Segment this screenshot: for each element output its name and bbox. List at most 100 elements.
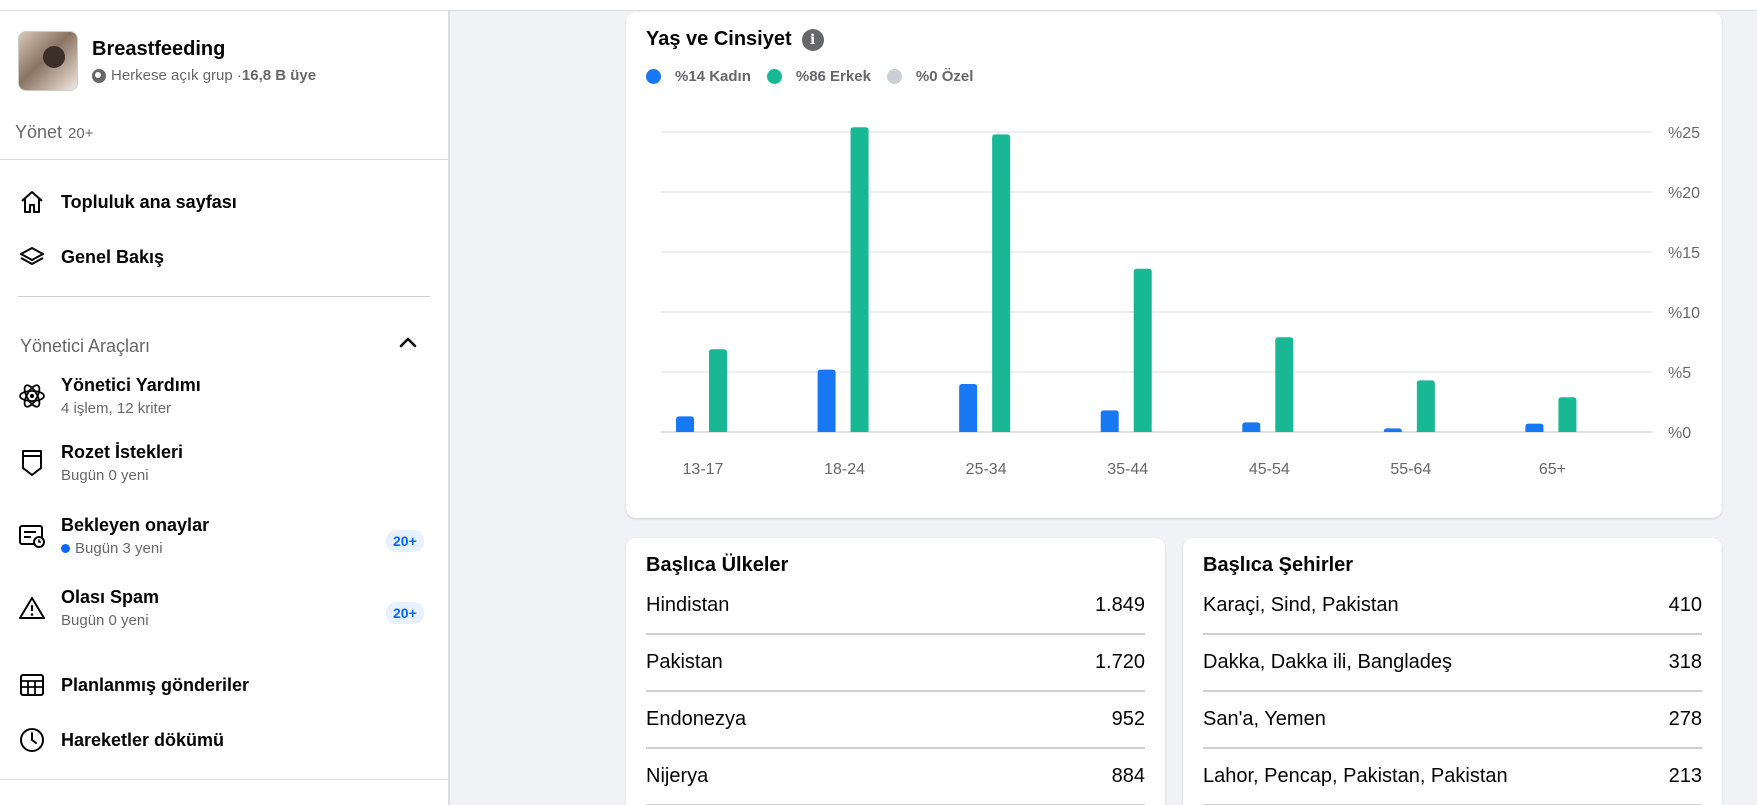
row-value: 213 (1668, 765, 1702, 787)
y-tick-label: %5 (1668, 365, 1691, 382)
warning-icon (18, 594, 46, 622)
table-row: Karaçi, Sind, Pakistan 410 (1203, 578, 1702, 635)
nav-sub: Bugün 0 yeni (61, 467, 149, 484)
bar-male-13-17[interactable] (709, 349, 727, 432)
home-icon (18, 188, 46, 216)
row-value: 410 (1668, 594, 1702, 616)
x-tick-label: 35-44 (1107, 461, 1148, 478)
y-tick-label: %20 (1668, 185, 1700, 202)
sidebar: Breastfeeding Herkese açık grup · 16,8 B… (0, 11, 450, 805)
nav-item-admin-assist[interactable]: Yönetici Yardımı 4 işlem, 12 kriter (18, 375, 201, 417)
divider (0, 159, 448, 160)
table-row: Lahor, Pencap, Pakistan, Pakistan 213 (1203, 749, 1702, 805)
bar-male-35-44[interactable] (1133, 268, 1152, 432)
row-value: 278 (1668, 708, 1702, 730)
y-tick-label: %0 (1668, 425, 1691, 442)
nav-sub-text: Bugün 3 yeni (75, 540, 163, 557)
layers-icon (18, 243, 46, 271)
x-tick-label: 65+ (1539, 461, 1566, 478)
table-row: Dakka, Dakka ili, Bangladeş 318 (1203, 635, 1702, 692)
pending-approval-icon (18, 522, 46, 550)
bar-female-65+[interactable] (1525, 423, 1544, 432)
atom-icon (18, 382, 46, 410)
y-tick-label: %25 (1668, 125, 1700, 142)
bar-female-25-34[interactable] (959, 384, 978, 432)
age-gender-chart: %0 %5 %10 %15 %20 %25 13-17 18-24 25-34 35-44 45-5… (661, 125, 1700, 478)
table-row: Pakistan 1.720 (646, 635, 1145, 692)
bar-female-55-64[interactable] (1383, 428, 1402, 432)
bar-female-13-17[interactable] (676, 416, 694, 432)
manage-label: Yönet (15, 122, 63, 142)
row-value: 318 (1668, 651, 1702, 673)
chevron-up-icon[interactable] (398, 333, 418, 353)
nav-item-pending-approvals[interactable]: Bekleyen onaylar Bugün 3 yeni (18, 515, 209, 557)
x-tick-label: 45-54 (1249, 461, 1290, 478)
nav-sub: 4 işlem, 12 kriter (61, 400, 172, 417)
group-meta: Breastfeeding Herkese açık grup · 16,8 B… (92, 38, 316, 84)
top-bar (0, 0, 1757, 11)
nav-label: Genel Bakış (61, 246, 165, 267)
globe-icon (92, 68, 106, 83)
row-name: Endonezya (646, 708, 747, 730)
bar-male-18-24[interactable] (850, 127, 869, 432)
calendar-grid-icon (18, 671, 46, 699)
manage-header: Yönet 20+ (15, 122, 94, 143)
group-privacy: Herkese açık grup · (111, 67, 242, 84)
nav-item-badge-requests[interactable]: Rozet İstekleri Bugün 0 yeni (18, 442, 183, 484)
bar-female-45-54[interactable] (1242, 422, 1261, 432)
nav-sub: Bugün 0 yeni (61, 612, 149, 629)
row-value: 884 (1111, 765, 1145, 787)
nav-label: Topluluk ana sayfası (61, 191, 237, 212)
nav-item-community-home[interactable]: Topluluk ana sayfası (18, 188, 237, 216)
bar-male-65+[interactable] (1558, 397, 1577, 432)
table-row: Hindistan 1.849 (646, 578, 1145, 635)
row-value: 1.849 (1094, 594, 1145, 616)
row-name: Karaçi, Sind, Pakistan (1203, 594, 1399, 616)
x-tick-label: 55-64 (1390, 461, 1431, 478)
group-name[interactable]: Breastfeeding (92, 38, 316, 61)
x-tick-label: 18-24 (824, 461, 865, 478)
clock-icon (18, 726, 46, 754)
nav-label: Yönetici Yardımı (61, 375, 201, 395)
divider (0, 779, 448, 780)
pending-count-badge: 20+ (386, 530, 424, 552)
row-value: 952 (1111, 708, 1145, 730)
age-gender-card: Yaş ve Cinsiyet i %14 Kadın %86 Erkek %0… (626, 12, 1722, 518)
divider (18, 296, 430, 297)
group-members[interactable]: 16,8 B üye (242, 67, 316, 84)
nav-item-scheduled-posts[interactable]: Planlanmış gönderiler (18, 671, 249, 699)
bar-male-25-34[interactable] (992, 134, 1011, 432)
unread-dot (61, 544, 70, 553)
nav-label: Planlanmış gönderiler (61, 674, 250, 695)
x-tick-label: 25-34 (966, 461, 1007, 478)
row-name: Nijerya (646, 765, 709, 787)
nav-item-overview[interactable]: Genel Bakış (18, 243, 164, 271)
group-avatar[interactable] (18, 31, 78, 91)
nav-label: Bekleyen onaylar (61, 515, 210, 535)
countries-title: Başlıca Ülkeler (646, 554, 789, 576)
y-tick-label: %10 (1668, 305, 1700, 322)
group-subtitle: Herkese açık grup · 16,8 B üye (92, 67, 316, 84)
cities-title: Başlıca Şehirler (1203, 554, 1354, 576)
table-row: San'a, Yemen 278 (1203, 692, 1702, 749)
nav-label: Olası Spam (61, 587, 160, 607)
manage-count: 20+ (68, 125, 94, 142)
row-name: Hindistan (646, 594, 730, 616)
bar-female-18-24[interactable] (817, 369, 836, 432)
top-countries-card: Başlıca Ülkeler Hindistan 1.849 Pakistan 1… (626, 538, 1165, 805)
nav-sub: Bugün 3 yeni (61, 540, 209, 557)
row-value: 1.720 (1094, 651, 1145, 673)
nav-label: Rozet İstekleri (61, 442, 184, 462)
y-tick-label: %15 (1668, 245, 1700, 262)
table-row: Endonezya 952 (646, 692, 1145, 749)
spam-count-badge: 20+ (386, 602, 424, 624)
bar-female-35-44[interactable] (1100, 410, 1119, 432)
badge-shield-icon (18, 449, 46, 477)
group-header[interactable]: Breastfeeding Herkese açık grup · 16,8 B… (18, 31, 316, 91)
nav-label: Hareketler dökümü (61, 729, 225, 750)
nav-item-activity-log[interactable]: Hareketler dökümü (18, 726, 224, 754)
bar-male-55-64[interactable] (1416, 380, 1435, 432)
row-name: Lahor, Pencap, Pakistan, Pakistan (1203, 765, 1508, 787)
nav-item-possible-spam[interactable]: Olası Spam Bugün 0 yeni (18, 587, 159, 629)
bar-male-45-54[interactable] (1275, 337, 1294, 432)
